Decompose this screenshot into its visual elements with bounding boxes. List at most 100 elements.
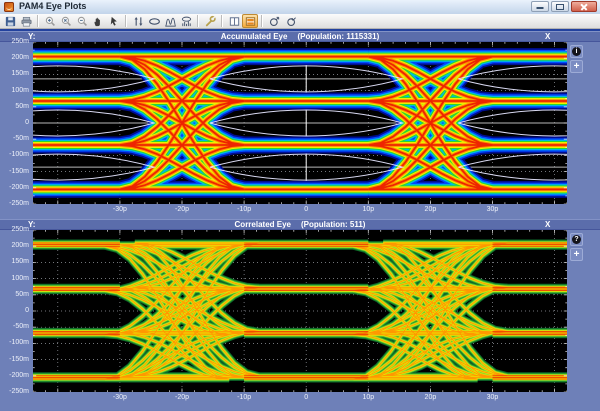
plot-title-group: Accumulated Eye (Population: 1115331) [0, 32, 600, 42]
y-tick-label: -150m [0, 356, 29, 363]
save-button[interactable] [2, 14, 18, 28]
eye-histogram-button[interactable] [178, 14, 194, 28]
help-button[interactable]: ? [570, 233, 583, 246]
arrows-updown-icon [132, 15, 145, 28]
toolbar-separator [261, 15, 263, 27]
toolbar-separator [221, 15, 223, 27]
y-tick-label: -50m [0, 135, 29, 142]
data-cursor-button[interactable] [106, 14, 122, 28]
circle-arrow-icon [268, 15, 281, 28]
plot-title-group: Correlated Eye (Population: 511) [0, 220, 600, 230]
y-tick-label: 150m [0, 70, 29, 77]
y-tick-label: 0 [0, 119, 29, 126]
eye-icon [148, 15, 161, 28]
population-label: (Population: 1115331) [297, 32, 379, 41]
y-tick-label: 250m [0, 38, 29, 45]
population-label: (Population: 511) [301, 220, 365, 229]
hand-icon [92, 15, 105, 28]
minimize-icon [537, 7, 544, 9]
x-tick-label: -10p [231, 206, 257, 213]
y-tick-label: 200m [0, 54, 29, 61]
x-tick-label: 10p [355, 206, 381, 213]
x-tick-label: -20p [169, 206, 195, 213]
x-axis-header-label: X [545, 220, 550, 230]
eye-histogram-icon [180, 15, 193, 28]
plot-title: Accumulated Eye [221, 32, 288, 41]
layout-rows-button[interactable] [242, 14, 258, 28]
title-bar[interactable]: PAM4 Eye Plots [0, 0, 600, 15]
x-axis-header-label: X [545, 32, 550, 42]
zoom-in-button[interactable] [42, 14, 58, 28]
settings-button[interactable] [202, 14, 218, 28]
layout-columns-button[interactable] [226, 14, 242, 28]
x-tick-label: -30p [107, 206, 133, 213]
maximize-icon [556, 4, 564, 10]
y-tick-label: 250m [0, 226, 29, 233]
zoom-out-button[interactable] [74, 14, 90, 28]
plot-title: Correlated Eye [235, 220, 291, 229]
pan-button[interactable] [90, 14, 106, 28]
x-tick-label: -30p [107, 394, 133, 401]
zoom-in-icon [44, 15, 57, 28]
y-tick-label: -200m [0, 372, 29, 379]
add-button[interactable]: + [570, 60, 583, 73]
x-tick-label: 10p [355, 394, 381, 401]
plot-header-accumulated: Y: Accumulated Eye(Population: 1115331) … [0, 31, 600, 42]
close-icon [572, 2, 596, 11]
zoom-x-icon [60, 15, 73, 28]
x-tick-label: -10p [231, 394, 257, 401]
y-tick-label: 0 [0, 307, 29, 314]
help-icon: ? [572, 235, 581, 244]
close-button[interactable] [571, 1, 597, 12]
plot-header-correlated: Y: Correlated Eye(Population: 511) X [0, 219, 600, 230]
x-tick-label: 30p [479, 394, 505, 401]
y-tick-label: -150m [0, 168, 29, 175]
layout-columns-icon [228, 15, 241, 28]
wrench-icon [204, 15, 217, 28]
y-tick-label: 50m [0, 103, 29, 110]
toolbar-separator [37, 15, 39, 27]
rotate-1-button[interactable] [266, 14, 282, 28]
add-button[interactable]: + [570, 248, 583, 261]
rotate-2-button[interactable] [282, 14, 298, 28]
y-tick-label: -250m [0, 200, 29, 207]
toolbar [0, 14, 600, 29]
minimize-button[interactable] [531, 1, 549, 12]
y-tick-label: 100m [0, 275, 29, 282]
y-tick-label: -200m [0, 184, 29, 191]
printer-icon [20, 15, 33, 28]
y-tick-label: -100m [0, 339, 29, 346]
x-tick-label: 20p [417, 206, 443, 213]
floppy-icon [4, 15, 17, 28]
app-icon [4, 2, 14, 12]
print-button[interactable] [18, 14, 34, 28]
x-tick-label: 20p [417, 394, 443, 401]
x-tick-label: 30p [479, 206, 505, 213]
y-tick-label: -50m [0, 323, 29, 330]
accumulated-eye-plot[interactable] [33, 42, 567, 204]
zoom-x-button[interactable] [58, 14, 74, 28]
histogram-icon [164, 15, 177, 28]
histogram-button[interactable] [162, 14, 178, 28]
x-tick-label: -20p [169, 394, 195, 401]
circle-arrow-alt-icon [284, 15, 297, 28]
y-tick-label: 50m [0, 291, 29, 298]
y-tick-label: 150m [0, 258, 29, 265]
correlated-eye-plot[interactable] [33, 230, 567, 392]
autoscale-y-button[interactable] [130, 14, 146, 28]
cursor-icon [108, 15, 121, 28]
maximize-button[interactable] [551, 1, 569, 12]
pam4-eye-plots-window: PAM4 Eye Plots Y: Accumulated Eye(Popula… [0, 0, 600, 411]
x-tick-label: 0 [293, 394, 319, 401]
zoom-out-icon [76, 15, 89, 28]
x-tick-label: 0 [293, 206, 319, 213]
y-tick-label: 200m [0, 242, 29, 249]
y-tick-label: 100m [0, 87, 29, 94]
eye-diagram-button[interactable] [146, 14, 162, 28]
layout-rows-icon [244, 15, 257, 28]
info-icon: i [572, 47, 581, 56]
y-tick-label: -100m [0, 151, 29, 158]
info-button[interactable]: i [570, 45, 583, 58]
toolbar-separator [125, 15, 127, 27]
window-controls [531, 1, 597, 12]
